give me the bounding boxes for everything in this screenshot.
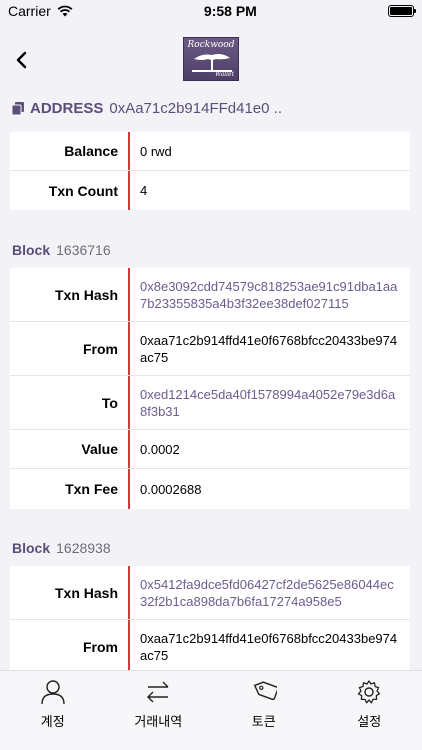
row-label: Value — [10, 430, 130, 468]
tab-tokens[interactable]: 토큰 — [211, 671, 317, 750]
carrier-label: Carrier — [8, 3, 51, 19]
txn-row-value: Value 0.0002 — [10, 430, 410, 469]
tab-settings[interactable]: 설정 — [317, 671, 422, 750]
transaction-card: Txn Hash 0x5412fa9dce5fd06427cf2de5625e8… — [10, 566, 410, 674]
app-logo: Rockwood Wallet — [183, 37, 239, 81]
status-left: Carrier — [8, 3, 73, 19]
tab-label: 설정 — [357, 714, 382, 729]
battery-icon — [387, 5, 416, 17]
summary-card: Balance 0 rwd Txn Count 4 — [10, 132, 410, 210]
tab-transactions[interactable]: 거래내역 — [106, 671, 212, 750]
gear-icon — [358, 680, 381, 704]
tab-label: 토큰 — [251, 714, 276, 729]
row-value: 0.0002688 — [140, 481, 202, 497]
txn-row-from: From 0xaa71c2b914ffd41e0f6768bfcc20433be… — [10, 322, 410, 376]
row-value: 0.0002 — [140, 441, 180, 457]
transfer-arrows-icon — [147, 681, 169, 703]
wifi-icon — [57, 5, 73, 17]
logo-bottom-text: Wallet — [214, 71, 234, 78]
row-label: Txn Fee — [10, 469, 130, 509]
token-tag-icon — [253, 681, 277, 701]
row-label: From — [10, 322, 130, 375]
row-label: Balance — [10, 132, 130, 170]
row-value: 0 rwd — [140, 143, 172, 159]
txn-row-from: From 0xaa71c2b914ffd41e0f6768bfcc20433be… — [10, 620, 410, 674]
row-label: Txn Count — [10, 171, 130, 210]
tab-label: 거래내역 — [134, 714, 183, 729]
block-label: Block — [12, 242, 51, 258]
row-value: 0xaa71c2b914ffd41e0f6768bfcc20433be974ac… — [140, 631, 398, 663]
txn-row-hash: Txn Hash 0x8e3092cdd74579c818253ae91c91d… — [10, 268, 410, 322]
tab-bar: 계정 거래내역 토큰 설정 — [0, 670, 422, 750]
row-label: Txn Hash — [10, 566, 130, 619]
address-label: ADDRESS — [30, 100, 104, 117]
block-header: Block 1628938 — [12, 540, 111, 556]
block-number: 1628938 — [56, 540, 111, 556]
status-time: 9:58 PM — [203, 3, 257, 19]
row-value: 4 — [140, 183, 148, 198]
copy-icon[interactable] — [12, 102, 24, 115]
txn-row-fee: Txn Fee 0.0002688 — [10, 469, 410, 509]
status-bar: Carrier 9:58 PM — [0, 0, 422, 22]
txn-row-to: To 0xed1214ce5da40f1578994a4052e79e3d6a8… — [10, 376, 410, 430]
tab-label: 계정 — [40, 714, 65, 729]
row-label: To — [10, 376, 130, 429]
summary-row-balance: Balance 0 rwd — [10, 132, 410, 171]
txn-hash-link[interactable]: 0x5412fa9dce5fd06427cf2de5625e86044ec32f… — [130, 566, 410, 619]
person-icon — [41, 680, 65, 705]
nav-bar: Rockwood Wallet — [0, 22, 422, 96]
txn-row-hash: Txn Hash 0x5412fa9dce5fd06427cf2de5625e8… — [10, 566, 410, 620]
summary-row-txn-count: Txn Count 4 — [10, 171, 410, 210]
block-label: Block — [12, 540, 51, 556]
tab-account[interactable]: 계정 — [0, 671, 106, 750]
row-label: Txn Hash — [10, 268, 130, 321]
row-value: 0xaa71c2b914ffd41e0f6768bfcc20433be974ac… — [140, 332, 398, 365]
row-label: From — [10, 620, 130, 674]
to-address-link[interactable]: 0xed1214ce5da40f1578994a4052e79e3d6a8f3b… — [130, 376, 410, 429]
block-header: Block 1636716 — [12, 242, 111, 258]
address-row: ADDRESS 0xAa71c2b914FFd41e0 .. — [12, 100, 282, 117]
block-number: 1636716 — [56, 242, 111, 258]
transaction-card: Txn Hash 0x8e3092cdd74579c818253ae91c91d… — [10, 268, 410, 509]
back-chevron-icon[interactable] — [12, 50, 32, 70]
address-value[interactable]: 0xAa71c2b914FFd41e0 .. — [109, 100, 282, 117]
txn-hash-link[interactable]: 0x8e3092cdd74579c818253ae91c91dba1aa7b23… — [130, 268, 410, 321]
